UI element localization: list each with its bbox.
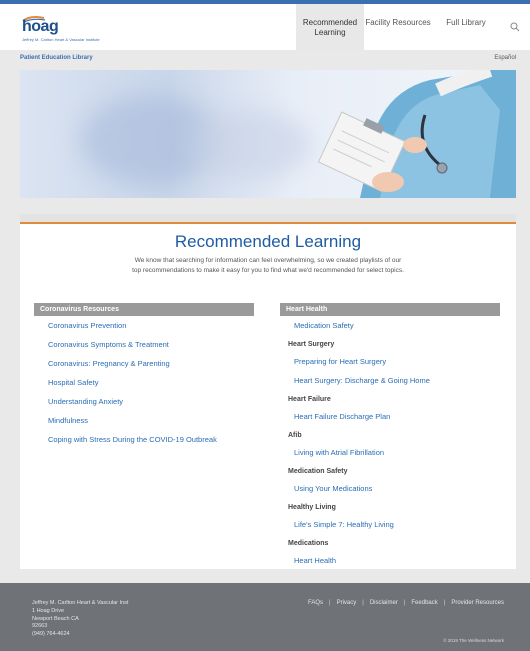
list-item-link[interactable]: Heart Surgery: Discharge & Going Home xyxy=(280,371,500,390)
card-header-bar xyxy=(20,214,516,224)
footer: Jeffrey M. Carlton Heart & Vascular Inst… xyxy=(0,583,530,651)
subheading: Healthy Living xyxy=(288,504,336,511)
list-item-link[interactable]: Coping with Stress During the COVID-19 O… xyxy=(34,430,254,449)
hero-image xyxy=(20,70,516,198)
library-title[interactable]: Patient Education Library xyxy=(20,55,93,61)
column-heading-heart-health: Heart Health xyxy=(280,303,500,316)
footer-link-feedback[interactable]: Feedback xyxy=(411,600,437,606)
main-nav: Recommended Learning Facility Resources … xyxy=(296,4,530,50)
address-line: 92663 xyxy=(32,623,48,630)
language-link[interactable]: Español xyxy=(494,55,516,61)
footer-link-disclaimer[interactable]: Disclaimer xyxy=(370,600,398,606)
footer-address: Jeffrey M. Carlton Heart & Vascular Inst… xyxy=(32,600,128,639)
nav-recommended-learning[interactable]: Recommended Learning xyxy=(296,4,364,50)
list-item-link[interactable]: Coronavirus: Pregnancy & Parenting xyxy=(34,354,254,373)
copyright: © 2019 The Wellness Network xyxy=(443,638,504,643)
list-item-link[interactable]: Preparing for Heart Surgery xyxy=(280,352,500,371)
list-item-link[interactable]: Hospital Safety xyxy=(34,373,254,392)
coronavirus-column: Coronavirus Resources Coronavirus Preven… xyxy=(34,303,254,449)
logo-subtitle: Jeffrey M. Carlton Heart & Vascular Inst… xyxy=(22,37,100,42)
footer-link-privacy[interactable]: Privacy xyxy=(337,600,357,606)
address-line: 1 Hoag Drive xyxy=(32,607,65,614)
subheading: Medication Safety xyxy=(288,468,348,475)
footer-link-faqs[interactable]: FAQs xyxy=(308,600,323,606)
nav-facility-resources[interactable]: Facility Resources xyxy=(364,4,432,50)
nav-full-library[interactable]: Full Library xyxy=(432,4,500,50)
subheading: Heart Surgery xyxy=(288,341,335,348)
subheading: Medications xyxy=(288,540,329,547)
address-line: Newport Beach CA xyxy=(32,615,79,622)
column-heading-coronavirus: Coronavirus Resources xyxy=(34,303,254,316)
hoag-logo[interactable]: hoag Jeffrey M. Carlton Heart & Vascular… xyxy=(22,15,100,49)
library-bar: Patient Education Library Español xyxy=(0,50,530,66)
heart-health-column: Heart Health Medication Safety Heart Sur… xyxy=(280,303,500,570)
logo-wordmark: hoag xyxy=(22,18,59,35)
list-item-link[interactable]: Life's Simple 7: Healthy Living xyxy=(280,515,500,534)
address-line: Jeffrey M. Carlton Heart & Vascular Inst xyxy=(32,600,129,606)
footer-links: FAQs | Privacy | Disclaimer | Feedback |… xyxy=(308,600,504,606)
list-item-link[interactable]: Living with Atrial Fibrillation xyxy=(280,443,500,462)
nurse-illustration xyxy=(317,70,516,198)
footer-link-provider-resources[interactable]: Provider Resources xyxy=(451,600,504,606)
list-item-link[interactable]: Coronavirus Symptoms & Treatment xyxy=(34,335,254,354)
subheading: Afib xyxy=(288,432,302,439)
list-item-link[interactable]: Heart Health xyxy=(280,551,500,570)
intro-text: We know that searching for information c… xyxy=(132,257,404,274)
list-item-link[interactable]: Using Your Medications xyxy=(280,479,500,498)
top-bar: hoag Jeffrey M. Carlton Heart & Vascular… xyxy=(0,0,530,50)
list-item-link[interactable]: Understanding Anxiety xyxy=(34,392,254,411)
list-item-link[interactable]: Coronavirus Prevention xyxy=(34,316,254,335)
recommended-learning-card: Recommended Learning We know that search… xyxy=(20,214,516,569)
search-button[interactable] xyxy=(500,4,530,50)
phone-number: (949) 764-4624 xyxy=(32,631,70,638)
list-item-link[interactable]: Mindfulness xyxy=(34,411,254,430)
list-item-link[interactable]: Medication Safety xyxy=(280,316,500,335)
page-title: Recommended Learning xyxy=(174,232,362,251)
list-item-link[interactable]: Heart Failure Discharge Plan xyxy=(280,407,500,426)
subheading: Heart Failure xyxy=(288,396,331,403)
search-icon xyxy=(510,22,520,32)
